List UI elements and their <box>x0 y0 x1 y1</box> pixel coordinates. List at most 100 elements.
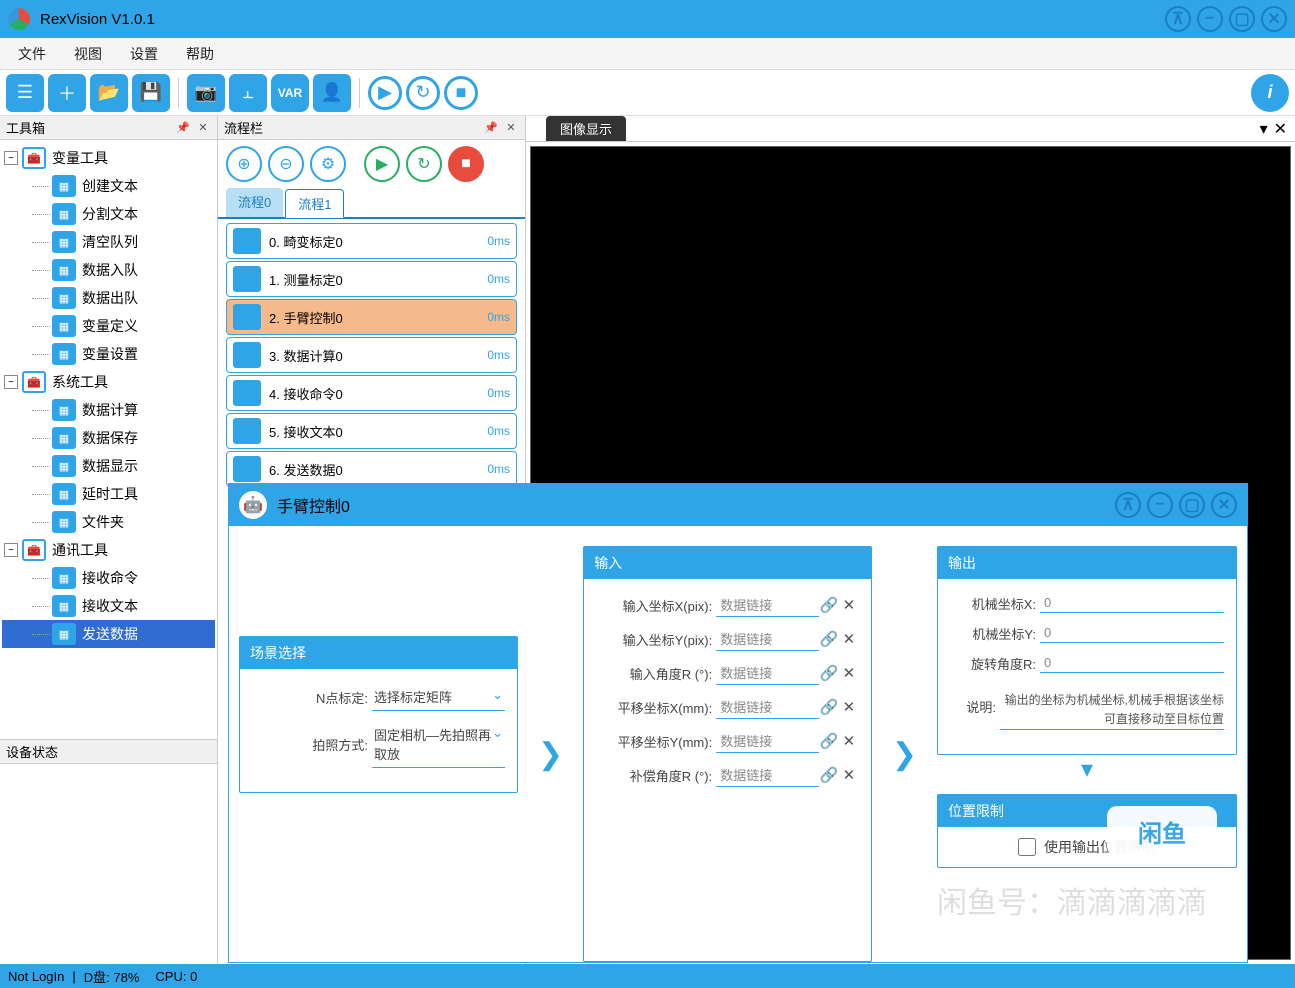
tree-item[interactable]: ▦接收文本 <box>2 592 215 620</box>
tree-item[interactable]: ▦数据保存 <box>2 424 215 452</box>
tree-item[interactable]: ▦文件夹 <box>2 508 215 536</box>
link-icon[interactable]: 🔗 <box>819 732 839 750</box>
add-node-button[interactable]: ⊕ <box>226 146 262 182</box>
image-tab[interactable]: 图像显示 <box>546 116 626 141</box>
dialog-close-button[interactable]: ✕ <box>1211 492 1237 518</box>
config-node-button[interactable]: ⚙ <box>310 146 346 182</box>
proc-play-button[interactable]: ▶ <box>364 146 400 182</box>
input-field[interactable]: 数据链接 <box>716 593 819 617</box>
process-item[interactable]: 3. 数据计算00ms <box>226 337 517 373</box>
remove-node-button[interactable]: ⊖ <box>268 146 304 182</box>
dialog-maximize-button[interactable]: ▢ <box>1179 492 1205 518</box>
toolbox-header: 工具箱 📌 ✕ <box>0 116 217 140</box>
link-icon[interactable]: 🔗 <box>819 596 839 614</box>
pin-button[interactable]: ⊼ <box>1165 6 1191 32</box>
new-button[interactable]: ＋ <box>48 74 86 112</box>
close-button[interactable]: ✕ <box>1261 6 1287 32</box>
proc-stop-button[interactable]: ■ <box>448 146 484 182</box>
process-tab[interactable]: 流程1 <box>285 189 344 218</box>
dialog-minimize-button[interactable]: − <box>1147 492 1173 518</box>
link-icon[interactable]: 🔗 <box>819 630 839 648</box>
expander-icon[interactable]: − <box>4 375 18 389</box>
minimize-button[interactable]: − <box>1197 6 1223 32</box>
proc-loop-button[interactable]: ↻ <box>406 146 442 182</box>
tree-item[interactable]: ▦发送数据 <box>2 620 215 648</box>
user-button[interactable]: 👤 <box>313 74 351 112</box>
process-item[interactable]: 2. 手臂控制00ms <box>226 299 517 335</box>
input-row-label: 输入坐标X(pix): <box>596 596 716 615</box>
camera-button[interactable]: 📷 <box>187 74 225 112</box>
menu-help[interactable]: 帮助 <box>172 40 228 68</box>
clear-icon[interactable]: ✕ <box>839 630 859 648</box>
input-field[interactable]: 数据链接 <box>716 627 819 651</box>
play-button[interactable]: ▶ <box>368 76 402 110</box>
loop-button[interactable]: ↻ <box>406 76 440 110</box>
measure-button[interactable]: ⫠ <box>229 74 267 112</box>
link-icon[interactable]: 🔗 <box>819 698 839 716</box>
var-button[interactable]: VAR <box>271 74 309 112</box>
clear-icon[interactable]: ✕ <box>839 596 859 614</box>
arrow-right-icon: ❯ <box>892 737 917 772</box>
output-note-label: 说明: <box>950 697 1000 716</box>
stop-button[interactable]: ■ <box>444 76 478 110</box>
arrow-down-icon: ▾ <box>937 755 1237 784</box>
process-tab[interactable]: 流程0 <box>226 188 283 217</box>
input-field[interactable]: 数据链接 <box>716 695 819 719</box>
close-panel-icon[interactable]: ✕ <box>195 120 211 136</box>
close-panel-icon[interactable]: ✕ <box>503 120 519 136</box>
tree-item[interactable]: ▦数据出队 <box>2 284 215 312</box>
tree-item[interactable]: ▦数据显示 <box>2 452 215 480</box>
expander-icon[interactable]: − <box>4 543 18 557</box>
process-item[interactable]: 0. 畸变标定00ms <box>226 223 517 259</box>
shot-select[interactable]: 固定相机—先拍照再取放 ⌄ <box>372 721 505 768</box>
tool-icon: ▦ <box>52 595 76 617</box>
tree-item[interactable]: ▦变量设置 <box>2 340 215 368</box>
process-item-name: 5. 接收文本0 <box>269 422 487 441</box>
input-field[interactable]: 数据链接 <box>716 661 819 685</box>
menu-file[interactable]: 文件 <box>4 40 60 68</box>
dialog-title: 手臂控制0 <box>277 493 1109 517</box>
pin-icon[interactable]: 📌 <box>175 120 191 136</box>
tree-item[interactable]: ▦数据入队 <box>2 256 215 284</box>
clear-icon[interactable]: ✕ <box>839 698 859 716</box>
list-button[interactable]: ☰ <box>6 74 44 112</box>
tree-item[interactable]: ▦分割文本 <box>2 200 215 228</box>
tree-group[interactable]: −🧰变量工具 <box>2 144 215 172</box>
save-button[interactable]: 💾 <box>132 74 170 112</box>
tree-item[interactable]: ▦数据计算 <box>2 396 215 424</box>
process-item[interactable]: 6. 发送数据00ms <box>226 451 517 487</box>
clear-icon[interactable]: ✕ <box>839 664 859 682</box>
process-item[interactable]: 5. 接收文本00ms <box>226 413 517 449</box>
use-limit-checkbox[interactable] <box>1018 838 1036 856</box>
close-panel-icon[interactable]: ✕ <box>1274 119 1287 139</box>
info-button[interactable]: i <box>1251 74 1289 112</box>
dialog-pin-button[interactable]: ⊼ <box>1115 492 1141 518</box>
menu-settings[interactable]: 设置 <box>116 40 172 68</box>
tree-item-label: 数据显示 <box>82 456 138 476</box>
process-item-icon <box>233 342 261 368</box>
link-icon[interactable]: 🔗 <box>819 766 839 784</box>
link-icon[interactable]: 🔗 <box>819 664 839 682</box>
npoint-select[interactable]: 选择标定矩阵 ⌄ <box>372 683 505 711</box>
maximize-button[interactable]: ▢ <box>1229 6 1255 32</box>
tree-item[interactable]: ▦清空队列 <box>2 228 215 256</box>
menu-view[interactable]: 视图 <box>60 40 116 68</box>
tree-group[interactable]: −🧰通讯工具 <box>2 536 215 564</box>
tree-item[interactable]: ▦变量定义 <box>2 312 215 340</box>
tree-item[interactable]: ▦接收命令 <box>2 564 215 592</box>
tree-group-label: 变量工具 <box>52 148 108 168</box>
tree-item[interactable]: ▦延时工具 <box>2 480 215 508</box>
toolbox-title: 工具箱 <box>6 118 171 137</box>
process-item[interactable]: 4. 接收命令00ms <box>226 375 517 411</box>
clear-icon[interactable]: ✕ <box>839 732 859 750</box>
open-button[interactable]: 📂 <box>90 74 128 112</box>
input-field[interactable]: 数据链接 <box>716 763 819 787</box>
dropdown-icon[interactable]: ▾ <box>1260 119 1268 139</box>
tree-group[interactable]: −🧰系统工具 <box>2 368 215 396</box>
pin-icon[interactable]: 📌 <box>483 120 499 136</box>
expander-icon[interactable]: − <box>4 151 18 165</box>
process-item[interactable]: 1. 测量标定00ms <box>226 261 517 297</box>
clear-icon[interactable]: ✕ <box>839 766 859 784</box>
input-field[interactable]: 数据链接 <box>716 729 819 753</box>
tree-item[interactable]: ▦创建文本 <box>2 172 215 200</box>
